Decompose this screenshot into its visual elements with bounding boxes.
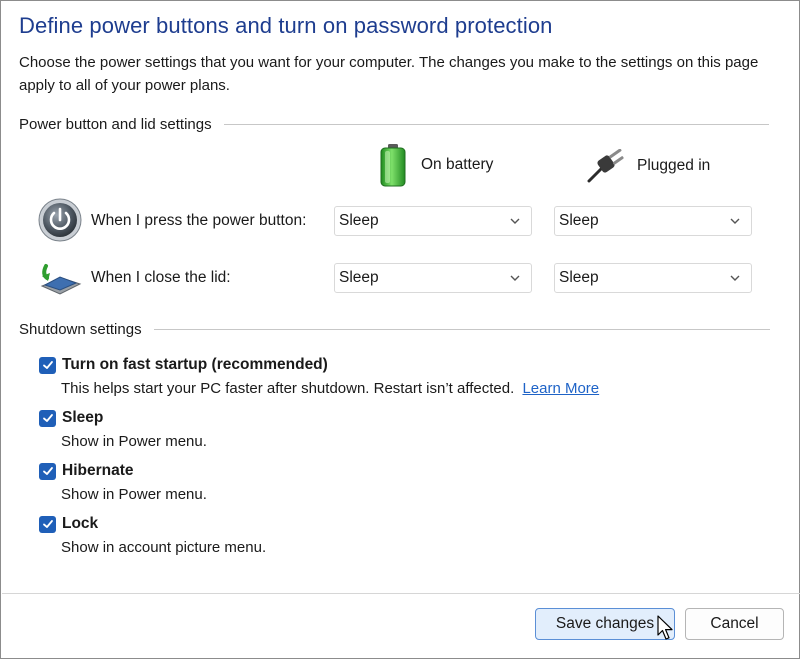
checkmark-icon xyxy=(42,361,53,369)
hibernate-checkbox[interactable] xyxy=(39,462,56,480)
chevron-down-icon xyxy=(730,218,740,224)
row-label-close-lid: When I close the lid: xyxy=(91,269,231,286)
select-value: Sleep xyxy=(339,269,379,286)
checkmark-icon xyxy=(42,414,53,422)
select-value: Sleep xyxy=(559,269,599,286)
chevron-down-icon xyxy=(730,275,740,281)
mouse-cursor-icon xyxy=(657,615,673,640)
power-button-battery-select[interactable]: Sleep xyxy=(334,206,532,236)
fast-startup-title: Turn on fast startup (recommended) xyxy=(62,356,328,373)
cancel-button[interactable]: Cancel xyxy=(685,608,784,640)
sleep-description: Show in Power menu. xyxy=(61,433,207,450)
checkmark-icon xyxy=(42,520,53,528)
fast-startup-description: This helps start your PC faster after sh… xyxy=(61,380,515,397)
hibernate-option: Hibernate xyxy=(39,462,134,480)
close-lid-plugged-select[interactable]: Sleep xyxy=(554,263,752,293)
fast-startup-description-line: This helps start your PC faster after sh… xyxy=(61,380,599,397)
power-button-icon xyxy=(38,198,82,242)
fast-startup-option: Turn on fast startup (recommended) xyxy=(39,356,328,374)
dialog-window: Define power buttons and turn on passwor… xyxy=(0,0,800,659)
learn-more-link[interactable]: Learn More xyxy=(522,380,599,397)
lock-title: Lock xyxy=(62,515,99,532)
column-label-plugged: Plugged in xyxy=(637,157,711,174)
sleep-title: Sleep xyxy=(62,409,104,426)
page-title: Define power buttons and turn on passwor… xyxy=(19,13,553,38)
column-header-plugged: Plugged in xyxy=(585,149,710,183)
save-changes-button[interactable]: Save changes xyxy=(535,608,675,640)
shutdown-section-title: Shutdown settings xyxy=(19,320,142,338)
hibernate-description: Show in Power menu. xyxy=(61,486,207,503)
section-divider xyxy=(153,328,770,330)
column-label-battery: On battery xyxy=(421,156,494,173)
lock-checkbox[interactable] xyxy=(39,515,56,533)
chevron-down-icon xyxy=(510,275,520,281)
fast-startup-checkbox[interactable] xyxy=(39,356,56,374)
chevron-down-icon xyxy=(510,218,520,224)
shutdown-section-header: Shutdown settings xyxy=(19,319,770,339)
power-section-header: Power button and lid settings xyxy=(19,114,769,134)
lock-description: Show in account picture menu. xyxy=(61,539,267,556)
column-header-battery: On battery xyxy=(377,143,493,187)
power-section-title: Power button and lid settings xyxy=(19,115,212,133)
plug-icon xyxy=(587,149,624,183)
sleep-checkbox[interactable] xyxy=(39,409,56,427)
select-value: Sleep xyxy=(339,212,379,229)
intro-text: Choose the power settings that you want … xyxy=(19,54,759,94)
checkmark-icon xyxy=(42,467,53,475)
power-button-plugged-select[interactable]: Sleep xyxy=(554,206,752,236)
row-label-power-button: When I press the power button: xyxy=(91,212,307,229)
lock-option: Lock xyxy=(39,515,98,533)
section-divider xyxy=(223,123,769,125)
sleep-option: Sleep xyxy=(39,409,103,427)
hibernate-title: Hibernate xyxy=(62,462,134,479)
select-value: Sleep xyxy=(559,212,599,229)
close-lid-battery-select[interactable]: Sleep xyxy=(334,263,532,293)
footer-divider xyxy=(2,593,800,594)
battery-icon xyxy=(380,144,406,187)
laptop-lid-icon xyxy=(40,264,82,295)
